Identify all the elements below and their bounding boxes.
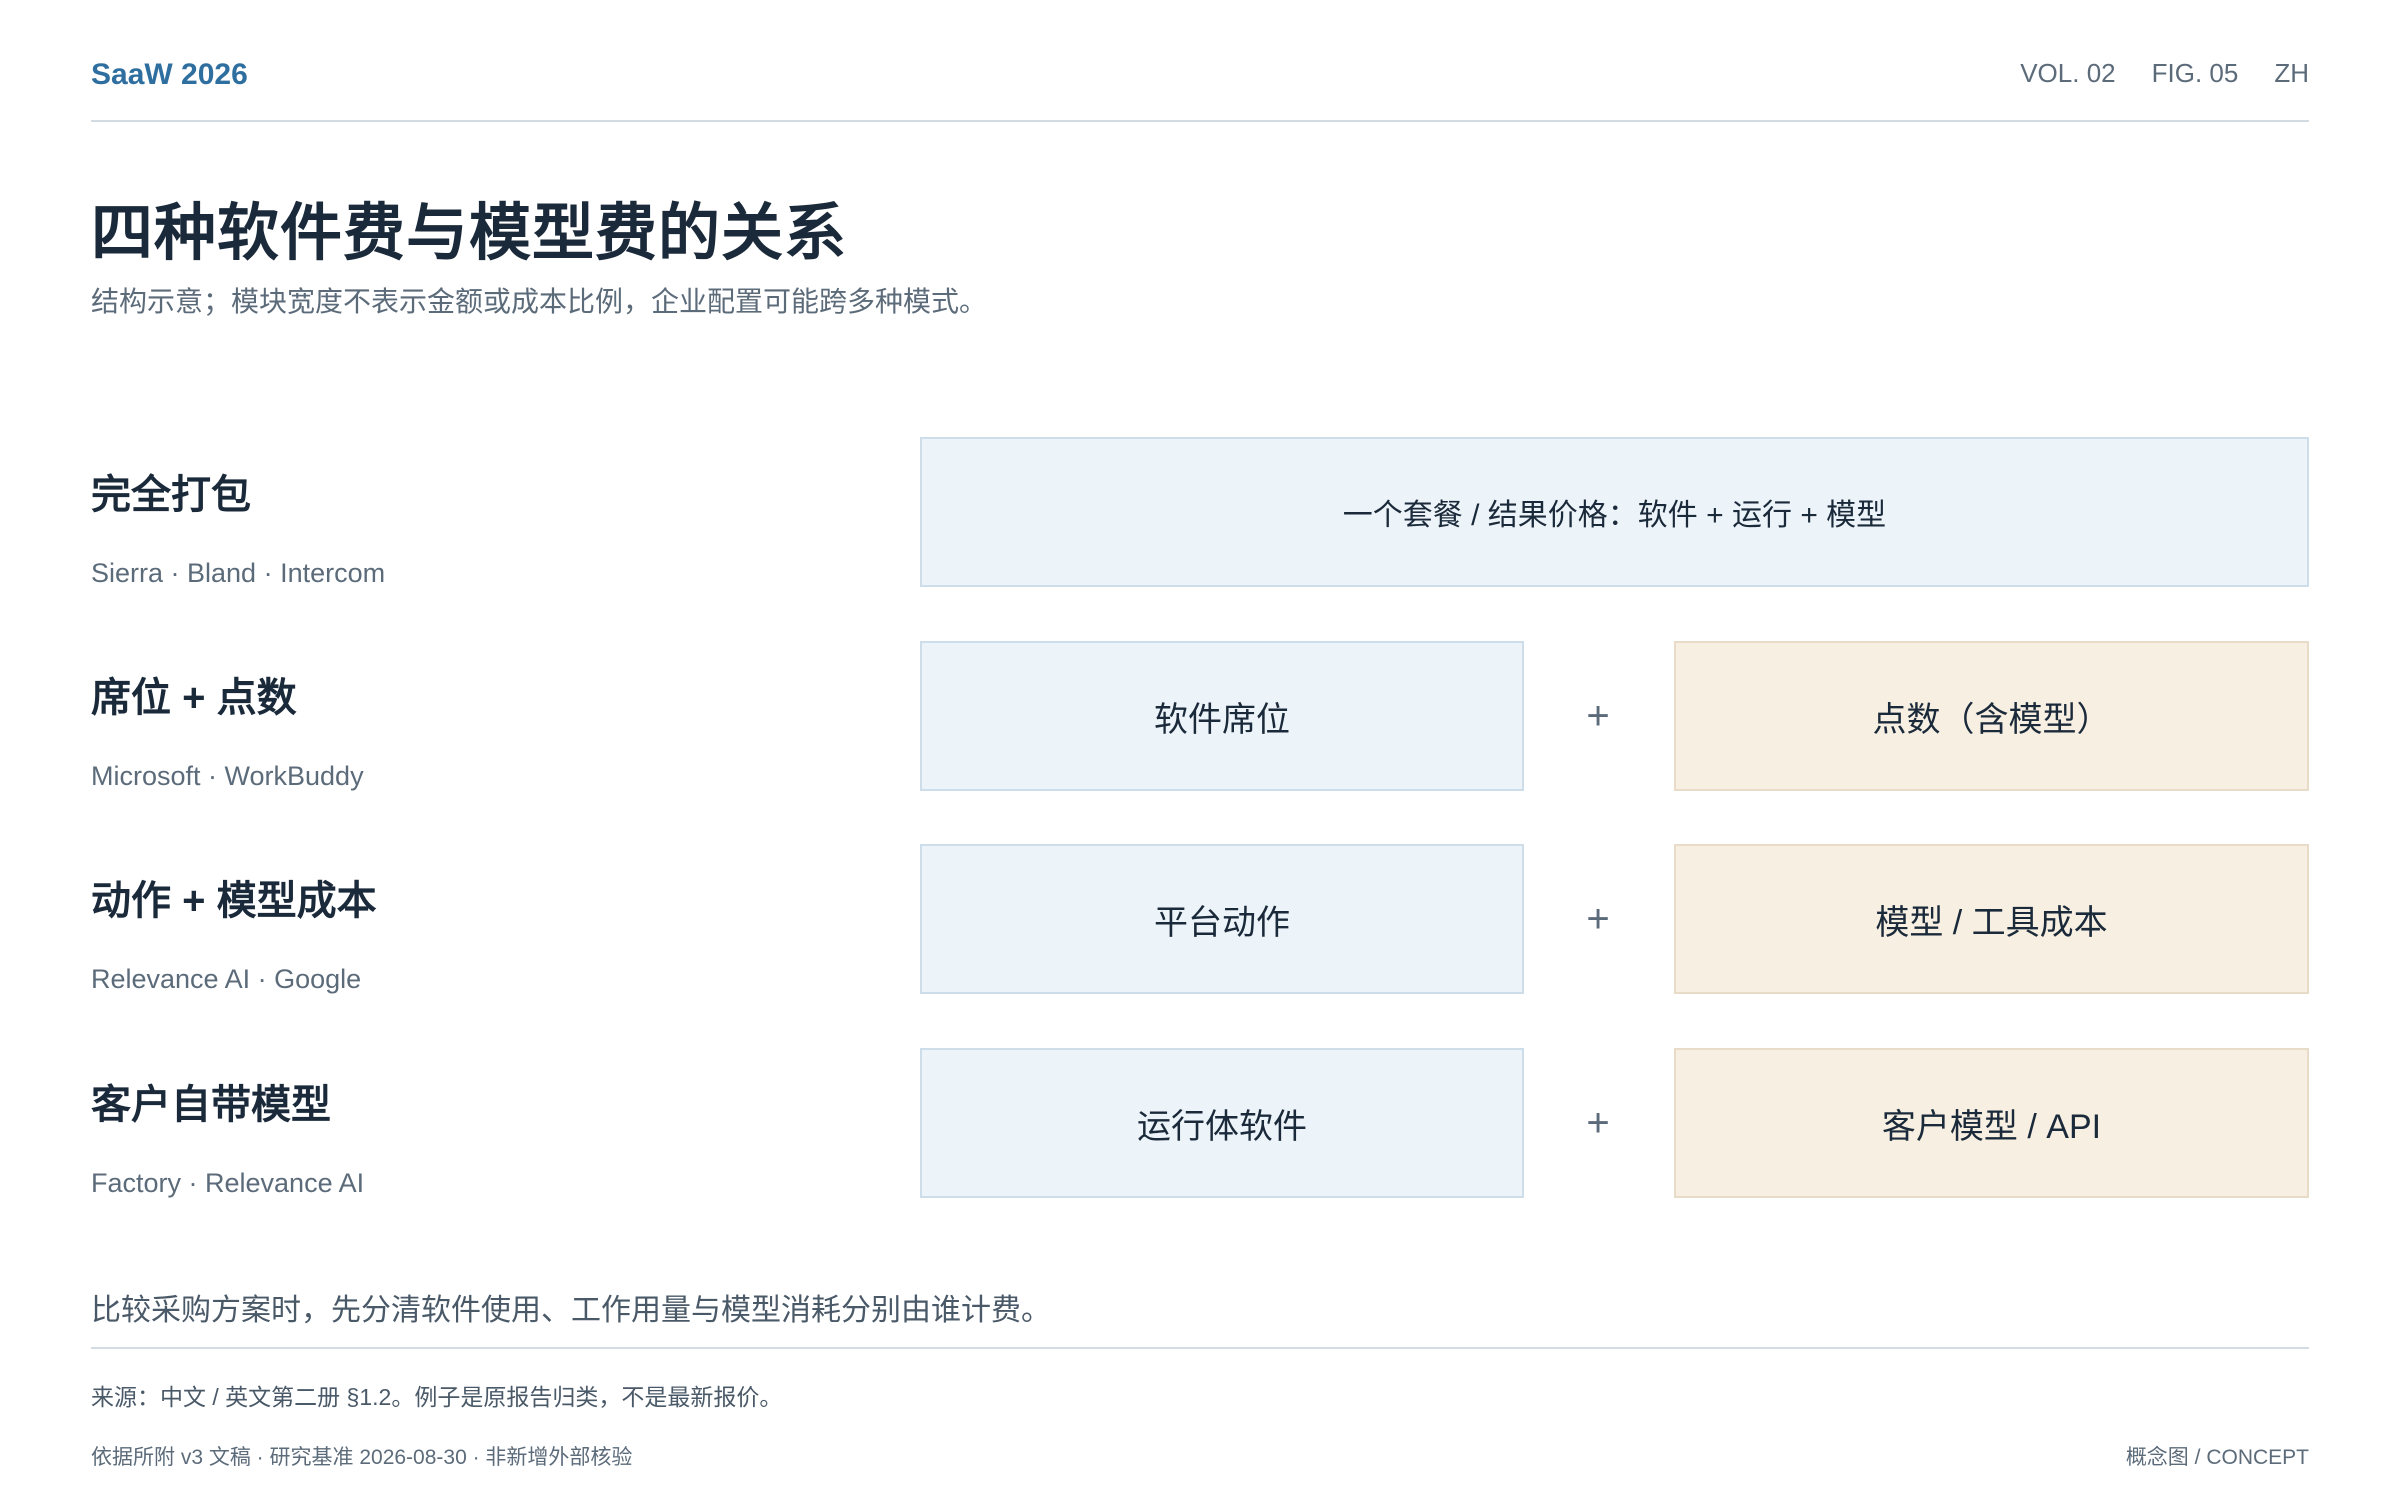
model-box: 点数（含模型） [1674, 641, 2309, 791]
row-name: 席位 + 点数 [91, 676, 297, 720]
model-box: 客户模型 / API [1674, 1048, 2309, 1198]
model-box: 模型 / 工具成本 [1674, 844, 2309, 994]
takeaway-note: 比较采购方案时，先分清软件使用、工作用量与模型消耗分别由谁计费。 [91, 1285, 2309, 1349]
source-note: 来源：中文 / 英文第二册 §1.2。例子是原报告归类，不是最新报价。 [91, 1384, 783, 1410]
bundle-box: 一个套餐 / 结果价格：软件 + 运行 + 模型 [920, 437, 2309, 587]
plus-sign: + [1586, 1100, 1610, 1145]
row-name: 客户自带模型 [91, 1083, 331, 1127]
brand-label: SaaW 2026 [91, 58, 248, 91]
row-label-byo-model: 客户自带模型 Factory · Relevance AI [91, 1072, 364, 1199]
row-examples: Relevance AI · Google [91, 964, 362, 994]
header-meta: VOL. 02 FIG. 05 ZH [2020, 58, 2309, 89]
volume-label: VOL. 02 [2020, 58, 2116, 88]
language-label: ZH [2274, 58, 2309, 88]
row-label-actions-model: 动作 + 模型成本 Relevance AI · Google [91, 868, 377, 995]
row-examples: Sierra · Bland · Intercom [91, 558, 386, 588]
footer-type: 概念图 / CONCEPT [2125, 1446, 2309, 1469]
row-name: 动作 + 模型成本 [91, 879, 377, 923]
row-examples: Factory · Relevance AI [91, 1168, 365, 1198]
figure-number: FIG. 05 [2151, 58, 2239, 88]
page-title: 四种软件费与模型费的关系 [91, 199, 848, 268]
row-examples: Microsoft · WorkBuddy [91, 761, 364, 791]
figure-page: SaaW 2026 VOL. 02 FIG. 05 ZH 四种软件费与模型费的关… [0, 0, 2400, 1500]
footer-basis: 依据所附 v3 文稿 · 研究基准 2026-08-30 · 非新增外部核验 [91, 1446, 633, 1469]
page-subtitle: 结构示意；模块宽度不表示金额或成本比例，企业配置可能跨多种模式。 [91, 286, 988, 317]
plus-sign: + [1586, 896, 1610, 941]
plus-sign: + [1586, 693, 1610, 738]
row-label-seats-credits: 席位 + 点数 Microsoft · WorkBuddy [91, 665, 364, 792]
row-label-bundled: 完全打包 Sierra · Bland · Intercom [91, 462, 385, 589]
row-name: 完全打包 [91, 473, 251, 517]
software-box: 软件席位 [920, 641, 1524, 791]
software-box: 运行体软件 [920, 1048, 1524, 1198]
software-box: 平台动作 [920, 844, 1524, 994]
header-bar: SaaW 2026 VOL. 02 FIG. 05 ZH [91, 52, 2309, 122]
